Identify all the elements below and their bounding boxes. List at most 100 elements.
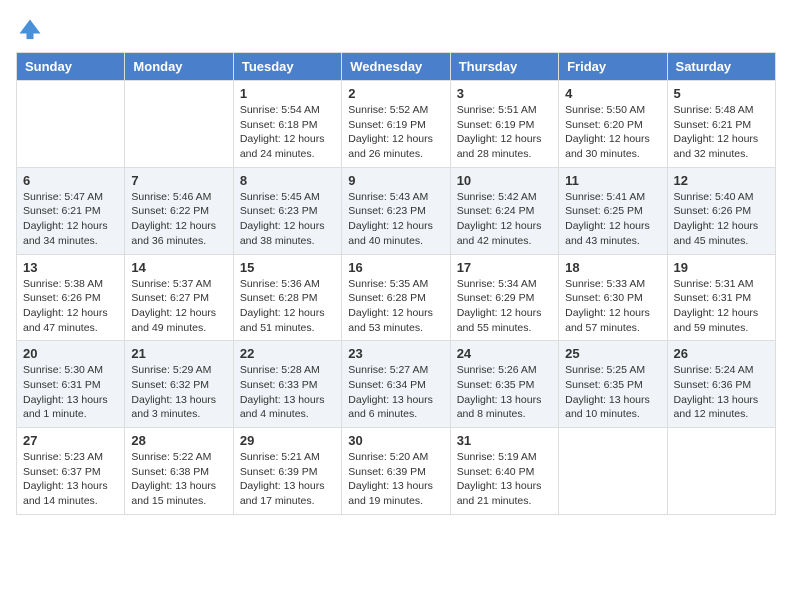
day-info: Sunrise: 5:35 AM Sunset: 6:28 PM Dayligh… (348, 277, 443, 336)
day-number: 7 (131, 173, 226, 188)
day-number: 14 (131, 260, 226, 275)
day-number: 31 (457, 433, 552, 448)
calendar-cell: 16 Sunrise: 5:35 AM Sunset: 6:28 PM Dayli… (342, 254, 450, 341)
calendar-week-row: 1 Sunrise: 5:54 AM Sunset: 6:18 PM Daylig… (17, 81, 776, 168)
calendar-cell: 3Sunrise: 5:51 AM Sunset: 6:19 PM Daylig… (450, 81, 558, 168)
calendar-cell: 15Sunrise: 5:36 AM Sunset: 6:28 PM Dayli… (233, 254, 341, 341)
calendar-cell: 11 Sunrise: 5:41 AM Sunset: 6:25 PM Dayli… (559, 167, 667, 254)
day-info: Sunrise: 5:41 AM Sunset: 6:25 PM Dayligh… (565, 190, 660, 249)
day-number: 18 (565, 260, 660, 275)
calendar-cell: 23 Sunrise: 5:27 AM Sunset: 6:34 PM Dayli… (342, 341, 450, 428)
calendar-cell: 8 Sunrise: 5:45 AM Sunset: 6:23 PM Daylig… (233, 167, 341, 254)
day-info: Sunrise: 5:42 AM Sunset: 6:24 PM Dayligh… (457, 190, 552, 249)
day-info: Sunrise: 5:25 AM Sunset: 6:35 PM Dayligh… (565, 363, 660, 422)
calendar-cell: 6 Sunrise: 5:47 AM Sunset: 6:21 PM Daylig… (17, 167, 125, 254)
day-number: 16 (348, 260, 443, 275)
day-info: Sunrise: 5:50 AM Sunset: 6:20 PM Dayligh… (565, 103, 660, 162)
calendar-cell: 5 Sunrise: 5:48 AM Sunset: 6:21 PM Daylig… (667, 81, 775, 168)
calendar-cell: 10 Sunrise: 5:42 AM Sunset: 6:24 PM Dayli… (450, 167, 558, 254)
logo-icon (16, 16, 44, 44)
calendar-header-row: SundayMondayTuesdayWednesdayThursdayFrid… (17, 53, 776, 81)
calendar-cell: 27 Sunrise: 5:23 AM Sunset: 6:37 PM Dayli… (17, 428, 125, 515)
day-info: Sunrise: 5:22 AM Sunset: 6:38 PM Dayligh… (131, 450, 226, 509)
day-info: Sunrise: 5:33 AM Sunset: 6:30 PM Dayligh… (565, 277, 660, 336)
day-number: 9 (348, 173, 443, 188)
calendar-cell: 19Sunrise: 5:31 AM Sunset: 6:31 PM Dayli… (667, 254, 775, 341)
day-info: Sunrise: 5:45 AM Sunset: 6:23 PM Dayligh… (240, 190, 335, 249)
day-of-week-header: Thursday (450, 53, 558, 81)
header (16, 16, 776, 44)
day-info: Sunrise: 5:31 AM Sunset: 6:31 PM Dayligh… (674, 277, 769, 336)
day-number: 26 (674, 346, 769, 361)
day-number: 1 (240, 86, 335, 101)
calendar-cell (559, 428, 667, 515)
day-info: Sunrise: 5:20 AM Sunset: 6:39 PM Dayligh… (348, 450, 443, 509)
day-number: 10 (457, 173, 552, 188)
day-number: 20 (23, 346, 118, 361)
day-number: 11 (565, 173, 660, 188)
day-info: Sunrise: 5:34 AM Sunset: 6:29 PM Dayligh… (457, 277, 552, 336)
calendar-cell: 4 Sunrise: 5:50 AM Sunset: 6:20 PM Daylig… (559, 81, 667, 168)
calendar-cell (125, 81, 233, 168)
day-info: Sunrise: 5:47 AM Sunset: 6:21 PM Dayligh… (23, 190, 118, 249)
day-of-week-header: Sunday (17, 53, 125, 81)
day-of-week-header: Wednesday (342, 53, 450, 81)
day-info: Sunrise: 5:48 AM Sunset: 6:21 PM Dayligh… (674, 103, 769, 162)
calendar-cell: 2Sunrise: 5:52 AM Sunset: 6:19 PM Daylig… (342, 81, 450, 168)
calendar-week-row: 6 Sunrise: 5:47 AM Sunset: 6:21 PM Daylig… (17, 167, 776, 254)
calendar-cell: 30Sunrise: 5:20 AM Sunset: 6:39 PM Dayli… (342, 428, 450, 515)
day-info: Sunrise: 5:38 AM Sunset: 6:26 PM Dayligh… (23, 277, 118, 336)
day-number: 25 (565, 346, 660, 361)
day-number: 23 (348, 346, 443, 361)
calendar: SundayMondayTuesdayWednesdayThursdayFrid… (16, 52, 776, 515)
logo (16, 16, 48, 44)
calendar-week-row: 27 Sunrise: 5:23 AM Sunset: 6:37 PM Dayli… (17, 428, 776, 515)
day-info: Sunrise: 5:27 AM Sunset: 6:34 PM Dayligh… (348, 363, 443, 422)
day-number: 22 (240, 346, 335, 361)
day-number: 15 (240, 260, 335, 275)
day-info: Sunrise: 5:40 AM Sunset: 6:26 PM Dayligh… (674, 190, 769, 249)
calendar-cell: 17 Sunrise: 5:34 AM Sunset: 6:29 PM Dayli… (450, 254, 558, 341)
calendar-cell (667, 428, 775, 515)
calendar-cell: 7Sunrise: 5:46 AM Sunset: 6:22 PM Daylig… (125, 167, 233, 254)
calendar-cell: 25 Sunrise: 5:25 AM Sunset: 6:35 PM Dayli… (559, 341, 667, 428)
calendar-cell: 28 Sunrise: 5:22 AM Sunset: 6:38 PM Dayli… (125, 428, 233, 515)
calendar-cell: 13 Sunrise: 5:38 AM Sunset: 6:26 PM Dayli… (17, 254, 125, 341)
calendar-cell: 29 Sunrise: 5:21 AM Sunset: 6:39 PM Dayli… (233, 428, 341, 515)
day-info: Sunrise: 5:54 AM Sunset: 6:18 PM Dayligh… (240, 103, 335, 162)
day-number: 21 (131, 346, 226, 361)
day-info: Sunrise: 5:26 AM Sunset: 6:35 PM Dayligh… (457, 363, 552, 422)
day-number: 6 (23, 173, 118, 188)
calendar-cell: 31 Sunrise: 5:19 AM Sunset: 6:40 PM Dayli… (450, 428, 558, 515)
calendar-cell: 26Sunrise: 5:24 AM Sunset: 6:36 PM Dayli… (667, 341, 775, 428)
day-number: 27 (23, 433, 118, 448)
day-number: 17 (457, 260, 552, 275)
day-of-week-header: Tuesday (233, 53, 341, 81)
day-info: Sunrise: 5:29 AM Sunset: 6:32 PM Dayligh… (131, 363, 226, 422)
day-of-week-header: Monday (125, 53, 233, 81)
day-number: 12 (674, 173, 769, 188)
day-info: Sunrise: 5:21 AM Sunset: 6:39 PM Dayligh… (240, 450, 335, 509)
day-number: 29 (240, 433, 335, 448)
day-number: 4 (565, 86, 660, 101)
day-info: Sunrise: 5:19 AM Sunset: 6:40 PM Dayligh… (457, 450, 552, 509)
day-number: 28 (131, 433, 226, 448)
day-number: 8 (240, 173, 335, 188)
calendar-cell: 20 Sunrise: 5:30 AM Sunset: 6:31 PM Dayli… (17, 341, 125, 428)
day-number: 2 (348, 86, 443, 101)
day-info: Sunrise: 5:37 AM Sunset: 6:27 PM Dayligh… (131, 277, 226, 336)
calendar-cell: 18 Sunrise: 5:33 AM Sunset: 6:30 PM Dayli… (559, 254, 667, 341)
day-info: Sunrise: 5:30 AM Sunset: 6:31 PM Dayligh… (23, 363, 118, 422)
calendar-cell: 12 Sunrise: 5:40 AM Sunset: 6:26 PM Dayli… (667, 167, 775, 254)
day-number: 3 (457, 86, 552, 101)
calendar-cell: 1 Sunrise: 5:54 AM Sunset: 6:18 PM Daylig… (233, 81, 341, 168)
day-number: 24 (457, 346, 552, 361)
calendar-cell: 24 Sunrise: 5:26 AM Sunset: 6:35 PM Dayli… (450, 341, 558, 428)
day-number: 13 (23, 260, 118, 275)
day-number: 5 (674, 86, 769, 101)
day-of-week-header: Friday (559, 53, 667, 81)
calendar-week-row: 20 Sunrise: 5:30 AM Sunset: 6:31 PM Dayli… (17, 341, 776, 428)
calendar-week-row: 13 Sunrise: 5:38 AM Sunset: 6:26 PM Dayli… (17, 254, 776, 341)
day-info: Sunrise: 5:23 AM Sunset: 6:37 PM Dayligh… (23, 450, 118, 509)
calendar-cell: 22Sunrise: 5:28 AM Sunset: 6:33 PM Dayli… (233, 341, 341, 428)
